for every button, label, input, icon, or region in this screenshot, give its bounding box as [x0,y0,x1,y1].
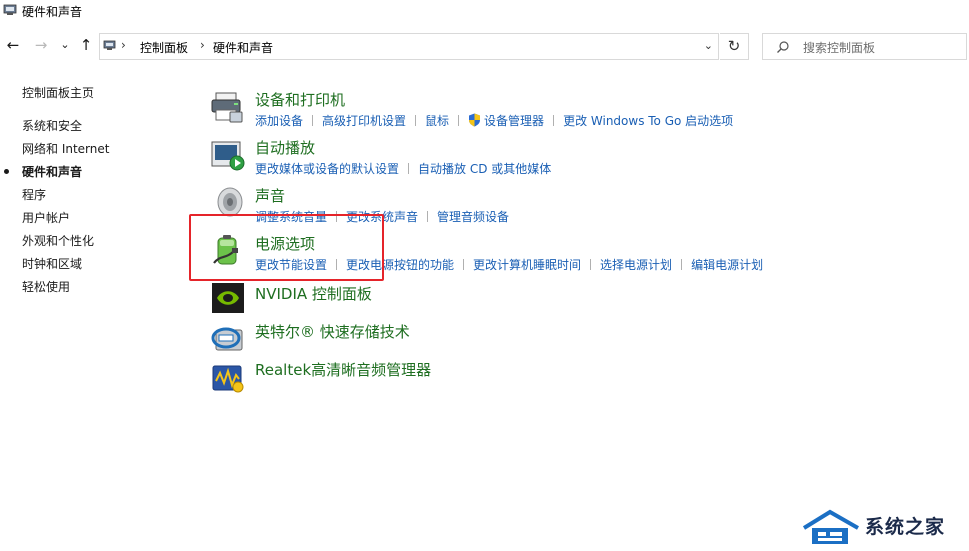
control-panel-icon [3,4,17,15]
watermark-text: 系统之家 [865,516,946,538]
up-arrow-icon[interactable]: ↑ [78,37,94,53]
sidebar-item-ease-of-access[interactable]: 轻松使用 [22,278,70,295]
link-separator [553,115,555,126]
intel-storage-icon [211,327,243,351]
breadcrumb-control-panel[interactable]: 控制面板 [140,39,188,56]
forward-arrow-icon[interactable]: → [33,37,49,53]
link-change-media-defaults[interactable]: 更改媒体或设备的默认设置 [255,162,399,176]
link-separator [590,259,592,270]
breadcrumb-hardware-sound[interactable]: 硬件和声音 [213,39,273,56]
sidebar-item-hardware-sound[interactable]: 硬件和声音 [22,163,82,180]
house-logo-icon [802,509,859,544]
link-separator [463,259,465,270]
address-bar[interactable]: › 控制面板 › 硬件和声音 ⌄ [99,33,719,60]
category-title-intel-storage[interactable]: 英特尔® 快速存储技术 [255,321,410,342]
watermark: 系统之家 [800,508,965,546]
autoplay-icon [211,141,245,171]
link-change-sleep-time[interactable]: 更改计算机睡眠时间 [473,258,581,272]
search-box[interactable]: 搜索控制面板 [762,33,967,60]
nvidia-icon [212,283,244,313]
link-choose-power-plan[interactable]: 选择电源计划 [600,258,672,272]
sidebar-item-programs[interactable]: 程序 [22,186,46,203]
navigation-bar: ← → ⌄ ↑ › 控制面板 › 硬件和声音 ⌄ ↻ 搜索控制面板 [0,31,969,63]
link-separator [415,115,417,126]
sidebar-item-clock-region[interactable]: 时钟和区域 [22,255,82,272]
address-dropdown-icon[interactable]: ⌄ [704,39,713,52]
breadcrumb-separator-icon: › [121,38,126,52]
link-autoplay-cd[interactable]: 自动播放 CD 或其他媒体 [418,162,551,176]
category-title-devices-printers[interactable]: 设备和打印机 [255,89,345,110]
uac-shield-icon [469,113,481,127]
link-windows-to-go[interactable]: 更改 Windows To Go 启动选项 [563,114,733,128]
category-title-realtek-audio[interactable]: Realtek高清晰音频管理器 [255,359,431,380]
refresh-button[interactable]: ↻ [720,33,749,60]
highlight-box [189,214,384,281]
search-placeholder: 搜索控制面板 [803,41,876,55]
category-links-devices-printers: 添加设备 高级打印机设置 鼠标 设备管理器 更改 Windows To Go 启动选项 [255,112,733,129]
link-separator [427,211,429,222]
sidebar-item-user-accounts[interactable]: 用户帐户 [22,209,70,226]
link-separator [681,259,683,270]
printer-icon [211,92,243,123]
link-device-manager[interactable]: 设备管理器 [484,114,544,128]
link-edit-power-plan[interactable]: 编辑电源计划 [691,258,763,272]
search-icon [777,41,789,53]
current-item-bullet-icon [4,169,9,174]
category-links-autoplay: 更改媒体或设备的默认设置 自动播放 CD 或其他媒体 [255,160,551,177]
category-title-autoplay[interactable]: 自动播放 [255,137,315,158]
realtek-audio-icon [212,365,244,393]
link-separator [458,115,460,126]
link-mouse[interactable]: 鼠标 [425,114,449,128]
window-title: 硬件和声音 [22,5,83,19]
link-add-device[interactable]: 添加设备 [255,114,303,128]
link-separator [312,115,314,126]
sidebar-item-appearance[interactable]: 外观和个性化 [22,232,94,249]
category-title-nvidia[interactable]: NVIDIA 控制面板 [255,283,372,304]
recent-locations-icon[interactable]: ⌄ [57,37,73,53]
sidebar-item-home[interactable]: 控制面板主页 [22,84,94,101]
back-arrow-icon[interactable]: ← [5,37,21,53]
breadcrumb-separator-icon: › [200,38,205,52]
link-advanced-printer-setup[interactable]: 高级打印机设置 [322,114,406,128]
link-manage-audio-devices[interactable]: 管理音频设备 [437,210,509,224]
link-separator [408,163,410,174]
control-panel-icon [103,40,116,50]
category-title-sound[interactable]: 声音 [255,185,285,206]
sidebar-item-system-security[interactable]: 系统和安全 [22,117,82,134]
sidebar-item-network[interactable]: 网络和 Internet [22,140,109,157]
title-bar: 硬件和声音 [0,0,969,26]
